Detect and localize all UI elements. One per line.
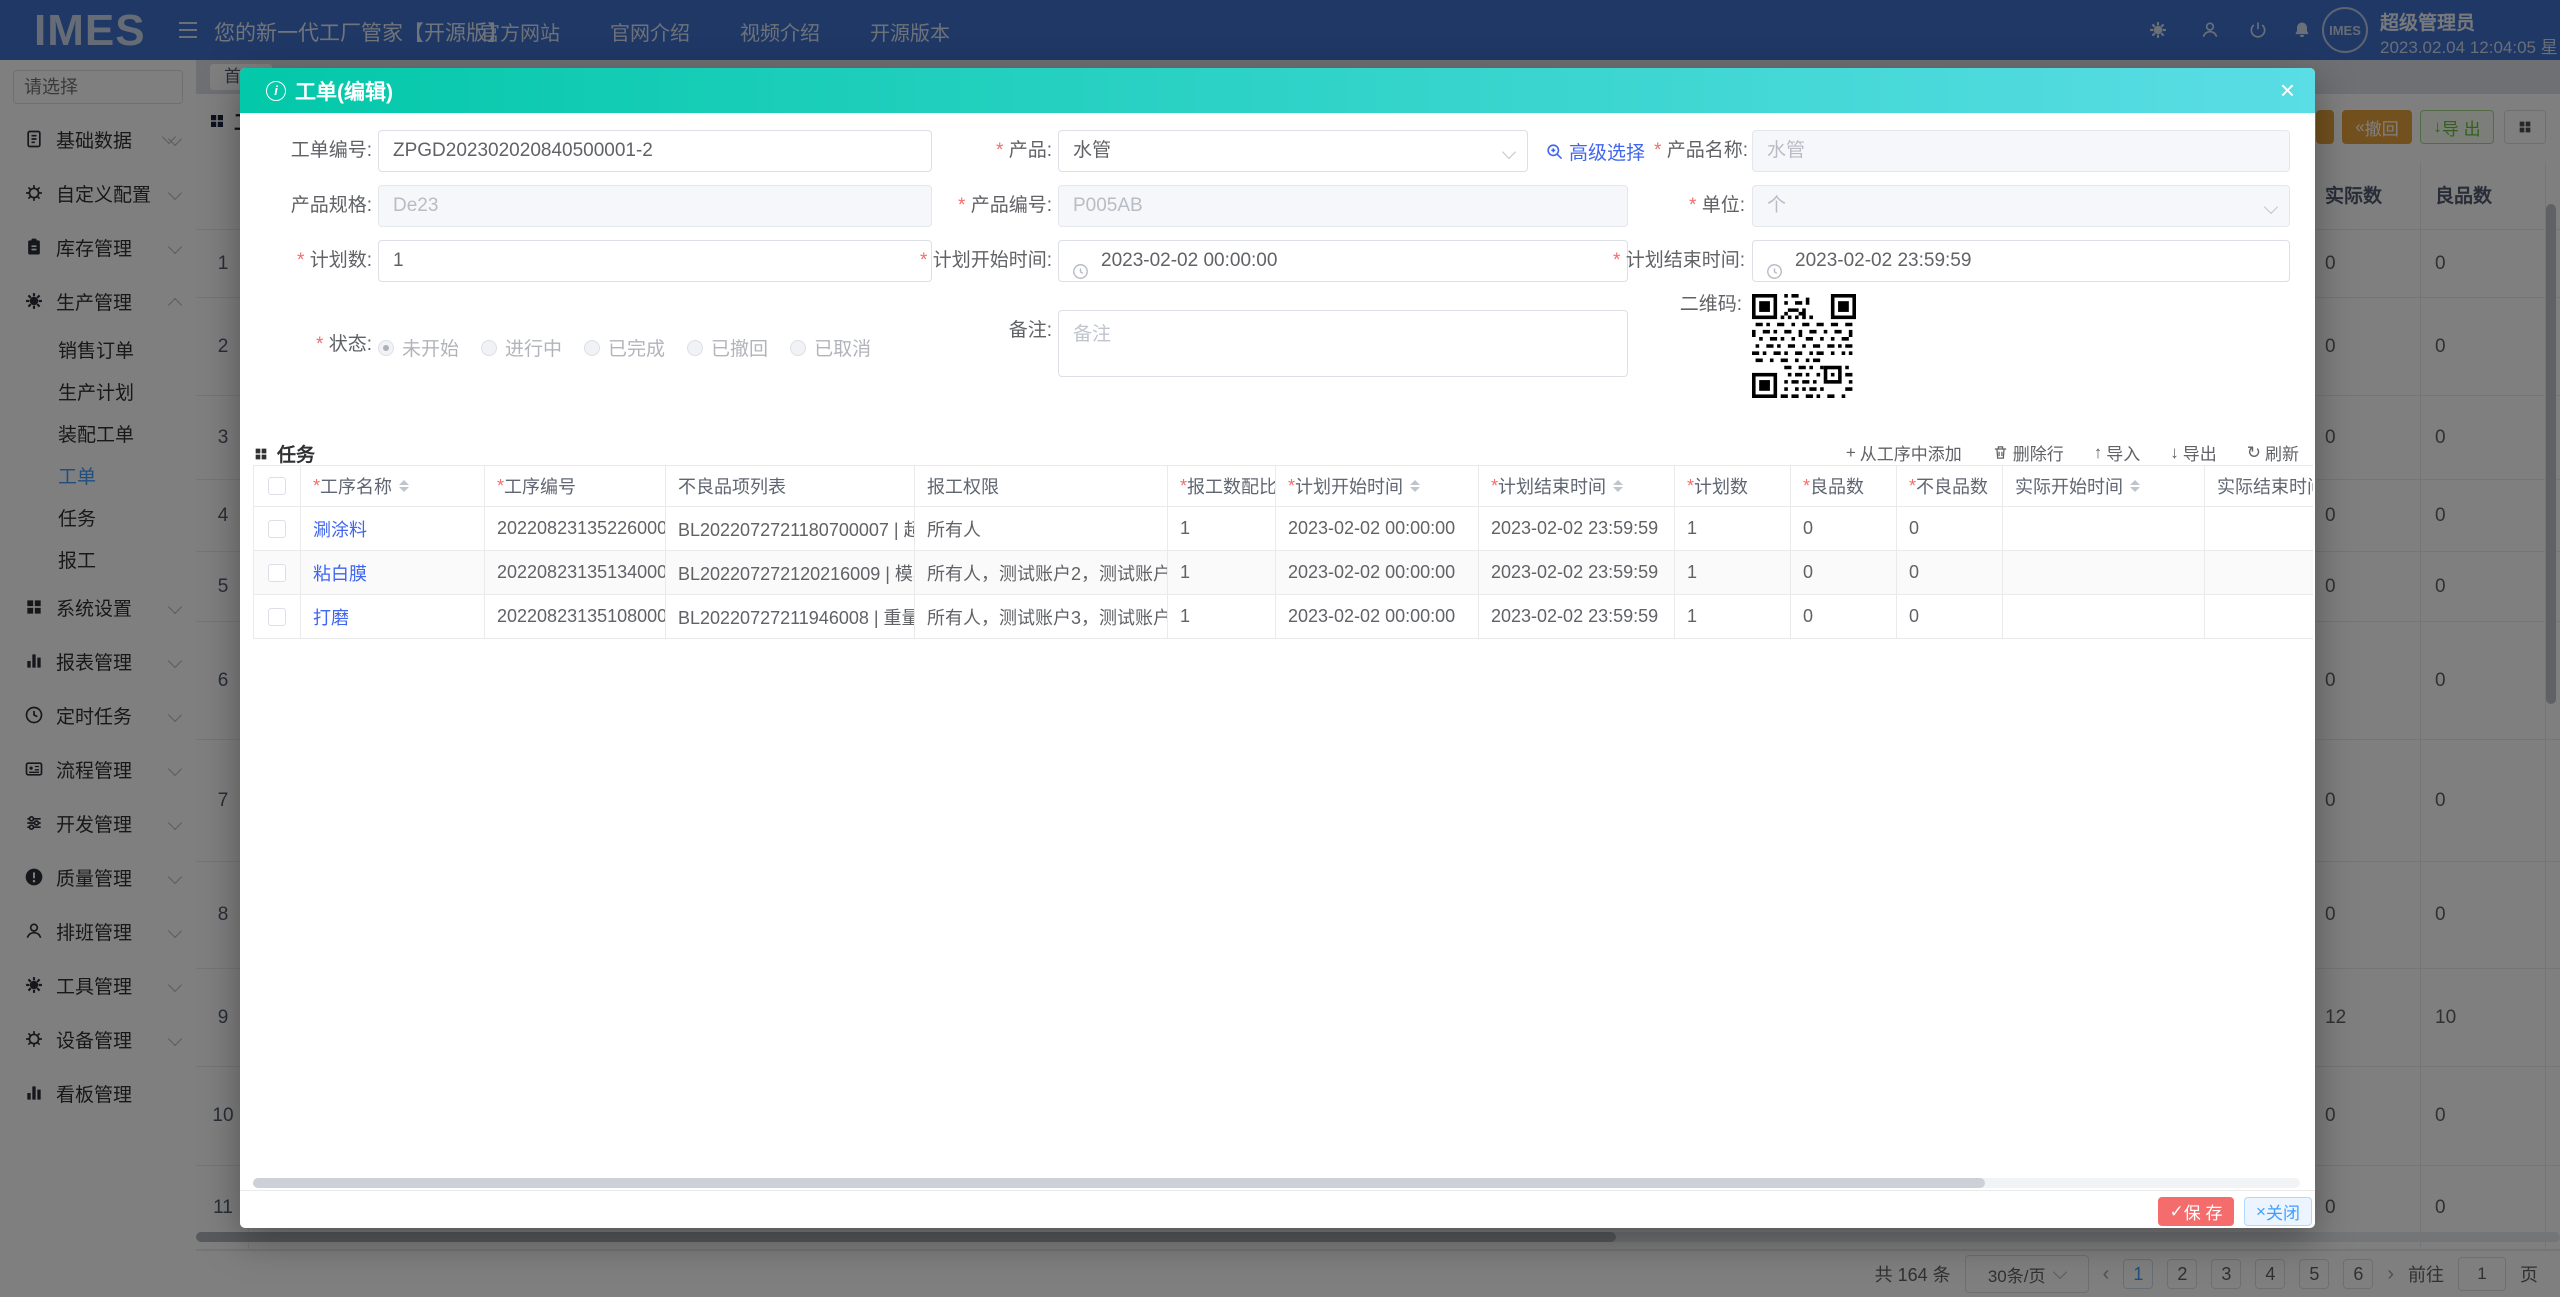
modal-footer: ✓ 保 存 × 关闭 bbox=[240, 1190, 2315, 1228]
col-report-perms[interactable]: 报工权限 bbox=[915, 466, 1168, 507]
modal-title: i 工单(编辑) bbox=[266, 68, 393, 113]
qrcode-image bbox=[1752, 294, 1856, 398]
plan-start-label: 计划开始时间: bbox=[852, 240, 1052, 282]
close-icon[interactable]: × bbox=[2280, 75, 2295, 106]
sort-icons[interactable] bbox=[1410, 475, 1421, 497]
unit-label: 单位: bbox=[1545, 185, 1745, 227]
col-process-code[interactable]: 工序编号 bbox=[485, 466, 666, 507]
upload-icon: ↑ bbox=[2093, 442, 2103, 462]
col-process-name[interactable]: 工序名称 bbox=[301, 466, 485, 507]
zoom-in-icon bbox=[1545, 142, 1564, 161]
download-icon: ↓ bbox=[2170, 442, 2179, 462]
radio-icon bbox=[687, 339, 704, 356]
task-row: 打磨 202208231351080003 BL2022072721194600… bbox=[254, 595, 2313, 639]
radio-icon bbox=[481, 339, 498, 356]
process-name-link[interactable]: 涮涂料 bbox=[313, 516, 367, 542]
remark-label: 备注: bbox=[1008, 320, 1052, 341]
status-label: 状态: bbox=[240, 324, 372, 366]
add-from-process-button[interactable]: + 从工序中添加 bbox=[1846, 440, 1962, 465]
radio-icon bbox=[584, 339, 601, 356]
col-report-ratio[interactable]: 报工数配比 bbox=[1168, 466, 1276, 507]
product-name-input: 水管 bbox=[1752, 130, 2290, 172]
row-checkbox[interactable] bbox=[268, 519, 286, 538]
export-button[interactable]: ↓ 导出 bbox=[2170, 440, 2217, 465]
work-order-edit-modal: i 工单(编辑) × 工单编号: 产品: 水管 高级选择 产品名称: 水管 产品… bbox=[240, 68, 2315, 1228]
refresh-icon: ↻ bbox=[2246, 442, 2261, 462]
col-defect-list[interactable]: 不良品项列表 bbox=[666, 466, 915, 507]
close-icon: × bbox=[2256, 1201, 2266, 1221]
product-no-label: 产品编号: bbox=[852, 185, 1052, 227]
plan-start-input[interactable]: 2023-02-02 00:00:00 bbox=[1058, 240, 1628, 282]
chevron-down-icon bbox=[1501, 144, 1517, 160]
col-bad-qty[interactable]: 不良品数 bbox=[1897, 466, 2003, 507]
order-no-label: 工单编号: bbox=[290, 140, 372, 161]
clock-icon bbox=[1071, 252, 1090, 292]
close-button[interactable]: × 关闭 bbox=[2244, 1197, 2312, 1226]
imes-app: IMES 您的新一代工厂管家【开源版】 官方网站 官网介绍 视频介绍 开源版本 … bbox=[0, 0, 2560, 1297]
chevron-down-icon bbox=[2263, 199, 2279, 215]
trash-icon bbox=[1992, 444, 2009, 461]
task-row: 粘白膜 202208231351340004 BL202207272120216… bbox=[254, 551, 2313, 595]
radio-icon bbox=[790, 339, 807, 356]
sort-icons[interactable] bbox=[2130, 475, 2140, 497]
unit-select: 个 bbox=[1752, 185, 2290, 227]
plus-icon: + bbox=[1845, 442, 1856, 462]
radio-in-progress: 进行中 bbox=[481, 334, 562, 361]
check-icon: ✓ bbox=[2169, 1201, 2184, 1221]
radio-revoked: 已撤回 bbox=[687, 334, 768, 361]
clock-icon bbox=[1765, 252, 1784, 292]
modal-horizontal-scrollbar[interactable] bbox=[253, 1178, 2300, 1188]
tasks-section-title: 任务 bbox=[253, 440, 315, 467]
tasks-table-header: 工序名称 工序编号 不良品项列表 报工权限 报工数配比 计划开始时间 计划结束时… bbox=[254, 466, 2313, 507]
qrcode-label: 二维码: bbox=[1679, 294, 1742, 315]
col-actual-start[interactable]: 实际开始时间 bbox=[2003, 466, 2205, 507]
row-checkbox[interactable] bbox=[268, 563, 286, 582]
tasks-toolbar: + 从工序中添加 删除行 ↑ 导入 ↓ 导出 ↻ 刷新 bbox=[1846, 440, 2299, 465]
product-name-label: 产品名称: bbox=[1632, 130, 1748, 172]
col-plan-qty[interactable]: 计划数 bbox=[1675, 466, 1791, 507]
info-icon: i bbox=[266, 80, 286, 101]
remark-textarea[interactable]: 备注 bbox=[1058, 310, 1628, 377]
radio-not-started: 未开始 bbox=[378, 334, 459, 361]
product-label: 产品: bbox=[852, 130, 1052, 172]
radio-icon bbox=[378, 339, 394, 356]
modal-header: i 工单(编辑) × bbox=[240, 68, 2315, 113]
tasks-table: 工序名称 工序编号 不良品项列表 报工权限 报工数配比 计划开始时间 计划结束时… bbox=[253, 465, 2313, 639]
import-button[interactable]: ↑ 导入 bbox=[2094, 440, 2141, 465]
order-no-input[interactable] bbox=[378, 130, 932, 172]
col-actual-end[interactable]: 实际结束时间 bbox=[2205, 466, 2313, 507]
row-checkbox[interactable] bbox=[268, 607, 286, 626]
process-name-link[interactable]: 粘白膜 bbox=[313, 560, 367, 586]
status-radio-group: 未开始 进行中 已完成 已撤回 已取消 bbox=[378, 334, 871, 361]
grid-icon bbox=[253, 446, 269, 462]
task-row: 涮涂料 202208231352260005 BL202207272118070… bbox=[254, 507, 2313, 551]
plan-end-label: 计划结束时间: bbox=[1545, 240, 1745, 282]
advanced-select-link[interactable]: 高级选择 bbox=[1545, 130, 1645, 172]
col-plan-end[interactable]: 计划结束时间 bbox=[1479, 466, 1675, 507]
plan-end-input[interactable]: 2023-02-02 23:59:59 bbox=[1752, 240, 2290, 282]
process-name-link[interactable]: 打磨 bbox=[313, 604, 349, 630]
product-select[interactable]: 水管 bbox=[1058, 130, 1528, 172]
plan-qty-label: 计划数: bbox=[240, 240, 372, 282]
save-button[interactable]: ✓ 保 存 bbox=[2158, 1197, 2234, 1226]
col-good-qty[interactable]: 良品数 bbox=[1791, 466, 1897, 507]
sort-icons[interactable] bbox=[1613, 475, 1624, 497]
plan-qty-input[interactable] bbox=[378, 240, 932, 282]
radio-completed: 已完成 bbox=[584, 334, 665, 361]
spec-input: De23 bbox=[378, 185, 932, 227]
delete-row-button[interactable]: 删除行 bbox=[1992, 440, 2064, 465]
select-all-checkbox[interactable] bbox=[268, 477, 286, 495]
product-no-input: P005AB bbox=[1058, 185, 1628, 227]
refresh-button[interactable]: ↻ 刷新 bbox=[2247, 440, 2299, 465]
sort-icons[interactable] bbox=[399, 475, 410, 497]
col-plan-start[interactable]: 计划开始时间 bbox=[1276, 466, 1479, 507]
spec-label: 产品规格: bbox=[290, 195, 372, 216]
